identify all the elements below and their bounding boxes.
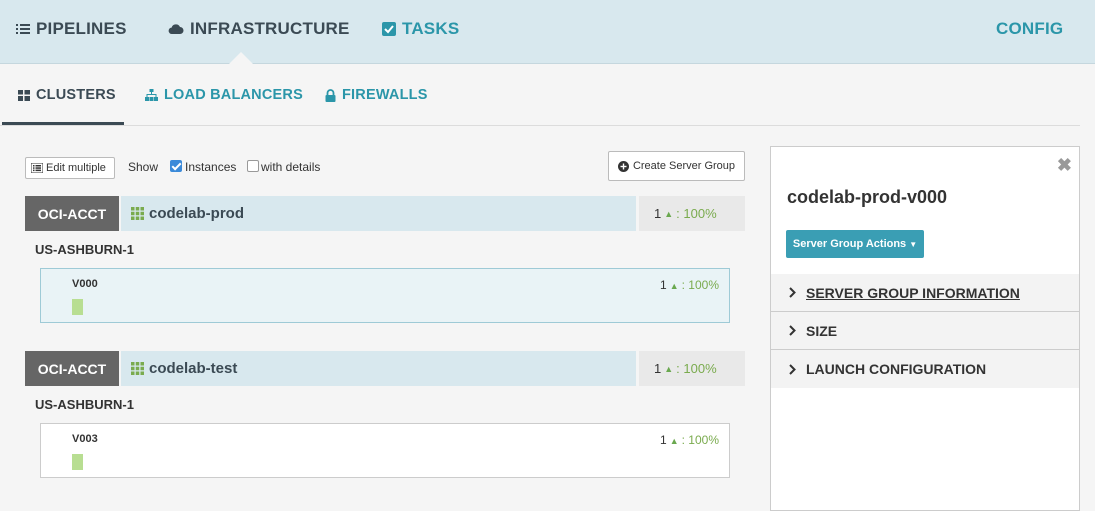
instance-count: 1 <box>660 433 667 447</box>
grid-icon <box>131 362 144 375</box>
health-percent: : 100% <box>681 278 719 292</box>
grid-icon <box>131 207 144 220</box>
nav-config[interactable]: CONFIG <box>996 18 1063 40</box>
list-icon <box>16 23 30 35</box>
active-nav-indicator <box>228 52 254 65</box>
nav-config-label: CONFIG <box>996 19 1064 38</box>
server-group-health: 1 ▲: 100% <box>660 278 719 292</box>
server-group-health: 1 ▲: 100% <box>660 433 719 447</box>
th-large-icon <box>18 89 30 101</box>
nav-pipelines-label: PIPELINES <box>36 19 127 38</box>
nav-tasks[interactable]: TASKS <box>382 18 459 40</box>
section-label: SERVER GROUP INFORMATION <box>806 284 1020 301</box>
cluster-block: OCI-ACCT codelab-prod 1 ▲ : 100% US-ASHB… <box>25 196 745 323</box>
instance-count: 1 <box>654 206 662 221</box>
sitemap-icon <box>145 89 158 101</box>
cluster-header[interactable]: OCI-ACCT codelab-test 1 ▲ : 100% <box>25 351 745 386</box>
instance-marker[interactable] <box>72 299 83 315</box>
triangle-up-icon: ▲ <box>669 281 679 291</box>
edit-multiple-label: Edit multiple <box>46 162 106 174</box>
top-navigation: PIPELINES INFRASTRUCTURE TASKS CONFIG <box>0 0 1095 65</box>
region-label: US-ASHBURN-1 <box>35 397 134 412</box>
tab-load-balancers-label: LOAD BALANCERS <box>164 87 303 103</box>
server-group-card[interactable]: V000 1 ▲: 100% <box>40 268 730 323</box>
server-group-actions-button[interactable]: Server Group Actions ▼ <box>786 230 924 258</box>
lock-icon <box>325 88 336 102</box>
triangle-up-icon: ▲ <box>664 363 674 374</box>
server-group-details-panel: ✖ codelab-prod-v000 Server Group Actions… <box>770 146 1080 511</box>
create-server-group-button[interactable]: Create Server Group <box>608 151 745 181</box>
section-label: LAUNCH CONFIGURATION <box>806 361 987 377</box>
details-title: codelab-prod-v000 <box>787 187 948 207</box>
tab-firewalls-label: FIREWALLS <box>342 87 428 103</box>
nav-infrastructure-label: INFRASTRUCTURE <box>190 19 350 38</box>
tab-load-balancers[interactable]: LOAD BALANCERS <box>145 87 303 103</box>
section-label: SIZE <box>806 322 838 339</box>
cluster-header[interactable]: OCI-ACCT codelab-prod 1 ▲ : 100% <box>25 196 745 231</box>
list-icon <box>31 163 43 173</box>
server-group-actions-label: Server Group Actions <box>792 238 907 250</box>
infrastructure-tabs: CLUSTERS LOAD BALANCERS FIREWALLS <box>0 65 1095 127</box>
account-badge: OCI-ACCT <box>25 351 119 386</box>
instance-count: 1 <box>660 278 667 292</box>
instances-checkbox[interactable] <box>170 160 182 172</box>
nav-tasks-label: TASKS <box>402 19 460 38</box>
server-group-name: V000 <box>72 278 98 290</box>
section-launch-configuration[interactable]: LAUNCH CONFIGURATION <box>771 350 1079 388</box>
caret-down-icon: ▼ <box>909 239 918 249</box>
instance-marker[interactable] <box>72 454 83 470</box>
cluster-health: 1 ▲ : 100% <box>639 196 745 231</box>
tab-clusters[interactable]: CLUSTERS <box>18 87 116 103</box>
server-group-card[interactable]: V003 1 ▲: 100% <box>40 423 730 478</box>
checkbox-icon <box>382 22 396 36</box>
server-group-name: V003 <box>72 433 98 445</box>
chevron-right-icon <box>789 363 796 375</box>
cluster-block: OCI-ACCT codelab-test 1 ▲ : 100% US-ASHB… <box>25 351 745 478</box>
health-percent: : 100% <box>681 433 719 447</box>
health-percent: : 100% <box>676 361 717 376</box>
nav-pipelines[interactable]: PIPELINES <box>16 18 127 40</box>
cluster-name-label: codelab-test <box>149 360 238 377</box>
chevron-right-icon <box>789 325 796 336</box>
plus-circle-icon <box>617 160 629 172</box>
edit-multiple-button[interactable]: Edit multiple <box>25 157 115 179</box>
cluster-name[interactable]: codelab-prod <box>121 196 636 231</box>
create-server-group-label: Create Server Group <box>632 160 736 172</box>
nav-infrastructure[interactable]: INFRASTRUCTURE <box>168 18 350 40</box>
tab-clusters-label: CLUSTERS <box>36 87 116 103</box>
with-details-checkbox-label[interactable]: with details <box>261 160 320 174</box>
section-size[interactable]: SIZE <box>771 312 1079 350</box>
close-icon[interactable]: ✖ <box>1057 155 1072 176</box>
health-percent: : 100% <box>676 206 717 221</box>
section-server-group-information[interactable]: SERVER GROUP INFORMATION <box>771 274 1079 312</box>
tabs-divider <box>0 125 1080 126</box>
instances-checkbox-label[interactable]: Instances <box>185 160 236 174</box>
triangle-up-icon: ▲ <box>669 436 679 446</box>
show-label: Show <box>128 160 159 174</box>
chevron-right-icon <box>789 287 796 298</box>
cluster-name-label: codelab-prod <box>149 205 245 222</box>
cluster-name[interactable]: codelab-test <box>121 351 636 386</box>
instance-count: 1 <box>654 361 662 376</box>
cloud-icon <box>168 23 184 35</box>
with-details-checkbox[interactable] <box>247 160 259 172</box>
tab-firewalls[interactable]: FIREWALLS <box>325 87 428 103</box>
account-badge: OCI-ACCT <box>25 196 119 231</box>
triangle-up-icon: ▲ <box>664 208 674 219</box>
cluster-health: 1 ▲ : 100% <box>639 351 745 386</box>
region-label: US-ASHBURN-1 <box>35 242 134 257</box>
